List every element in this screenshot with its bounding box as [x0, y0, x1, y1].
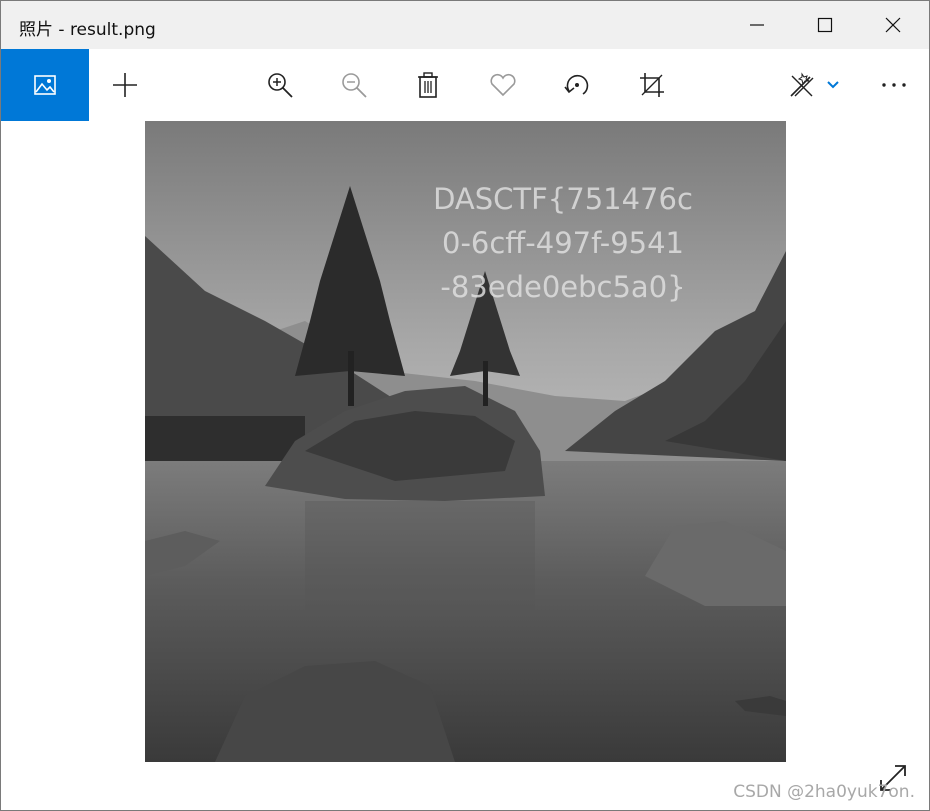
- zoom-in-button[interactable]: [256, 49, 304, 121]
- zoom-in-icon: [268, 73, 293, 98]
- add-button[interactable]: [101, 49, 149, 121]
- more-icon: [882, 83, 906, 87]
- rotate-button[interactable]: [553, 49, 601, 121]
- rotate-icon: [564, 74, 589, 95]
- flag-line: DASCTF{751476c: [433, 182, 693, 216]
- minimize-button[interactable]: [723, 1, 791, 49]
- crop-button[interactable]: [628, 49, 676, 121]
- maximize-icon: [817, 17, 833, 33]
- csdn-watermark: CSDN @2ha0yuk7on.: [733, 782, 915, 802]
- image-icon: [34, 75, 56, 95]
- delete-button[interactable]: [404, 49, 452, 121]
- view-photo-button[interactable]: [1, 49, 89, 121]
- minimize-icon: [750, 24, 764, 26]
- more-button[interactable]: [870, 49, 918, 121]
- favorite-button[interactable]: [479, 49, 527, 121]
- photos-window: 照片 - result.png DASCTF{751476c 0-6cff-49…: [0, 0, 930, 811]
- close-icon: [885, 17, 901, 33]
- chevron-down-icon: [827, 81, 839, 89]
- maximize-button[interactable]: [791, 1, 859, 49]
- edit-menu-dropdown[interactable]: [813, 49, 853, 121]
- zoom-out-button[interactable]: [330, 49, 378, 121]
- edit-draw-icon: [790, 72, 814, 97]
- title-bar[interactable]: 照片 - result.png: [1, 1, 929, 50]
- toolbar: [1, 49, 929, 121]
- image-viewer[interactable]: DASCTF{751476c 0-6cff-497f-9541 -83ede0e…: [1, 121, 929, 810]
- flag-line: 0-6cff-497f-9541: [442, 226, 684, 260]
- trash-icon: [418, 72, 438, 98]
- photo-canvas: DASCTF{751476c 0-6cff-497f-9541 -83ede0e…: [145, 121, 786, 762]
- heart-icon: [490, 73, 516, 97]
- crop-icon: [640, 73, 664, 97]
- flag-line: -83ede0ebc5a0}: [440, 270, 686, 304]
- flag-overlay-text: DASCTF{751476c 0-6cff-497f-9541 -83ede0e…: [413, 177, 713, 309]
- zoom-out-icon: [342, 73, 367, 98]
- close-button[interactable]: [859, 1, 927, 49]
- window-title: 照片 - result.png: [19, 20, 156, 40]
- plus-icon: [113, 73, 137, 97]
